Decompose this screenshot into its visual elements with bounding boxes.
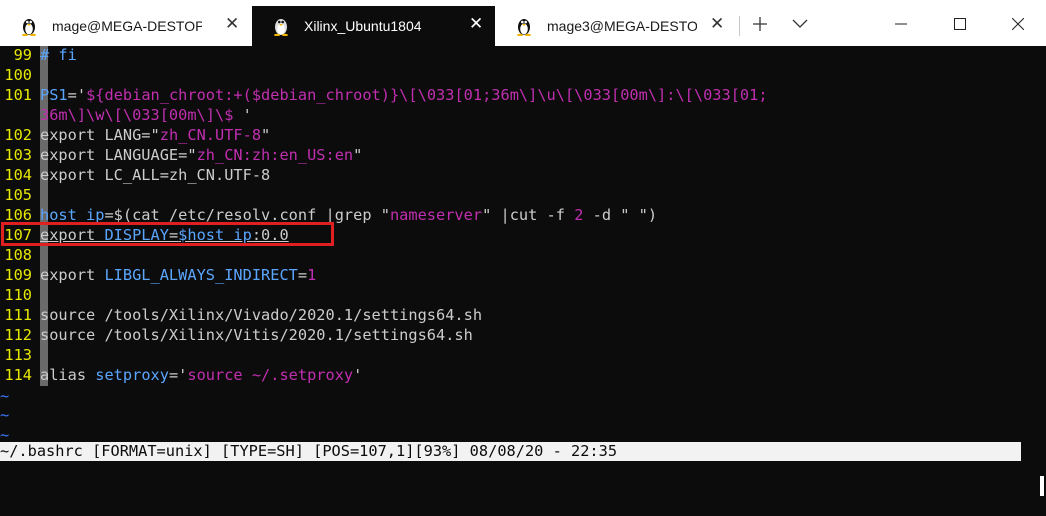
editor-line: ~ — [0, 387, 40, 406]
editor-line: 111 source /tools/Xilinx/Vivado/2020.1/se… — [0, 306, 482, 325]
terminal-pane[interactable]: 99 # fi 100 101 PS1='${debian_chroot:+($debi… — [0, 46, 1046, 516]
line-number: 102 — [4, 126, 32, 144]
code-token: source /tools/Xilinx/Vitis/2020.1/settin… — [40, 326, 473, 344]
line-number: ~ — [0, 387, 10, 405]
title-bar: mage@MEGA-DESTOP: ✕ Xilinx_Ubuntu1804 ✕ … — [0, 0, 1046, 46]
editor-line: 113 — [0, 346, 40, 365]
code-text: source /tools/Xilinx/Vivado/2020.1/setti… — [40, 306, 482, 324]
tab-label: mage3@MEGA-DESTOI — [547, 18, 697, 34]
code-token: 36m\]\w\[\033[00m\]\$ — [40, 106, 243, 124]
line-number: 101 — [4, 86, 32, 104]
code-text: PS1='${debian_chroot:+($debian_chroot)}\… — [40, 86, 768, 104]
close-tab-icon[interactable]: ✕ — [710, 16, 724, 33]
code-token: # fi — [40, 46, 77, 64]
editor-line: 102 export LANG="zh_CN.UTF-8" — [0, 126, 270, 145]
scrollbar-thumb[interactable] — [1040, 476, 1044, 496]
maximize-icon — [954, 18, 966, 30]
code-token: " — [261, 126, 271, 144]
tab-xilinx-ubuntu[interactable]: Xilinx_Ubuntu1804 ✕ — [252, 6, 495, 46]
line-number: 114 — [4, 366, 32, 384]
code-token: source /tools/Xilinx/Vivado/2020.1/setti… — [40, 306, 483, 324]
tab-dropdown-button[interactable] — [784, 6, 816, 42]
code-token: export LANGUAGE=" — [40, 146, 197, 164]
plus-icon — [753, 17, 767, 31]
tux-icon — [517, 19, 531, 36]
close-window-button[interactable] — [995, 6, 1041, 42]
code-text: export LANGUAGE="zh_CN:zh:en_US:en" — [40, 146, 362, 164]
code-text: 36m\]\w\[\033[00m\]\$ ' — [40, 106, 252, 124]
editor-line: 100 — [0, 66, 40, 85]
tab-label: Xilinx_Ubuntu1804 — [304, 18, 422, 34]
tab-mage3[interactable]: mage3@MEGA-DESTOI ✕ — [495, 6, 735, 46]
tux-icon — [274, 19, 288, 36]
line-number: 100 — [4, 66, 32, 84]
line-number: 113 — [4, 346, 32, 364]
code-token: nameserver — [389, 206, 483, 224]
code-token: ' — [242, 106, 252, 124]
code-token: ' — [353, 366, 363, 384]
code-token: zh_CN:zh:en_US:en — [196, 146, 354, 164]
editor-line: 103 export LANGUAGE="zh_CN:zh:en_US:en" — [0, 146, 362, 165]
editor-line: 101 PS1='${debian_chroot:+($debian_chroot… — [0, 86, 768, 105]
highlight-annotation — [1, 222, 334, 246]
editor-line: 114 alias setproxy='source ~/.setproxy' — [0, 366, 362, 385]
close-tab-icon[interactable]: ✕ — [469, 16, 483, 33]
code-token: -d " ") — [583, 206, 658, 224]
code-token: 1 — [307, 266, 317, 284]
close-tab-icon[interactable]: ✕ — [225, 16, 239, 33]
editor-line: 108 — [0, 246, 40, 265]
line-number: 110 — [4, 286, 32, 304]
vim-status-line: ~/.bashrc [FORMAT=unix] [TYPE=SH] [POS=1… — [0, 442, 1021, 461]
line-number: 104 — [4, 166, 32, 184]
editor-line: 105 — [0, 186, 40, 205]
chevron-down-icon — [792, 19, 808, 28]
tab-separator — [739, 16, 740, 36]
code-token: =' — [168, 366, 188, 384]
code-token: export LC_ALL=zh_CN.UTF-8 — [40, 166, 271, 184]
maximize-button[interactable] — [937, 6, 983, 42]
line-number: ~ — [0, 406, 10, 424]
line-number: 99 — [13, 46, 32, 64]
code-text: export LC_ALL=zh_CN.UTF-8 — [40, 166, 270, 184]
code-token: " |cut -f — [482, 206, 575, 224]
tab-mage[interactable]: mage@MEGA-DESTOP: ✕ — [0, 6, 252, 46]
code-token: alias — [40, 366, 96, 384]
code-text: source /tools/Xilinx/Vitis/2020.1/settin… — [40, 326, 473, 344]
code-token: setproxy — [95, 366, 169, 384]
editor-line: 112 source /tools/Xilinx/Vitis/2020.1/set… — [0, 326, 473, 345]
editor-line: 99 # fi — [0, 46, 77, 65]
new-tab-button[interactable] — [744, 6, 776, 42]
line-number: 109 — [4, 266, 32, 284]
code-token: source ~/.setproxy — [187, 366, 354, 384]
code-token: export — [40, 266, 105, 284]
editor-line: ~ — [0, 406, 40, 425]
code-token: = — [297, 266, 308, 284]
line-number: 111 — [4, 306, 32, 324]
code-token: LIBGL_ALWAYS_INDIRECT — [104, 266, 298, 284]
code-token: export LANG=" — [40, 126, 160, 144]
editor-line: 36m\]\w\[\033[00m\]\$ ' — [0, 106, 252, 125]
line-number: 112 — [4, 326, 32, 344]
line-number: 108 — [4, 246, 32, 264]
code-token: " — [353, 146, 363, 164]
code-text: export LANG="zh_CN.UTF-8" — [40, 126, 270, 144]
minimize-icon — [895, 23, 907, 25]
editor-line: 104 export LC_ALL=zh_CN.UTF-8 — [0, 166, 270, 185]
code-token: zh_CN.UTF-8 — [159, 126, 262, 144]
close-icon — [1012, 18, 1024, 30]
editor-line: 110 — [0, 286, 40, 305]
line-number: 105 — [4, 186, 32, 204]
code-text: # fi — [40, 46, 77, 64]
code-text: alias setproxy='source ~/.setproxy' — [40, 366, 362, 384]
tux-icon — [22, 19, 36, 36]
code-text: export LIBGL_ALWAYS_INDIRECT=1 — [40, 266, 316, 284]
code-token: ${debian_chroot:+($debian_chroot)}\[\033… — [86, 86, 768, 104]
editor-line: 109 export LIBGL_ALWAYS_INDIRECT=1 — [0, 266, 316, 285]
code-token: =' — [67, 86, 87, 104]
minimize-button[interactable] — [878, 6, 924, 42]
code-token: PS1 — [40, 86, 68, 104]
tab-label: mage@MEGA-DESTOP: — [52, 18, 202, 34]
line-number: 103 — [4, 146, 32, 164]
